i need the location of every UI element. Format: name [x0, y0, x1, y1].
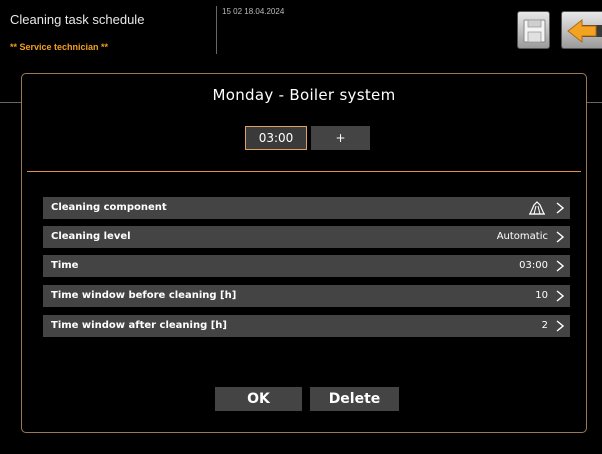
row-label: Time — [51, 260, 79, 271]
time-slot-selected[interactable]: 03:00 — [245, 126, 307, 150]
chevron-right-icon — [556, 202, 564, 214]
row-value: 10 — [535, 290, 548, 301]
chevron-right-icon — [556, 290, 564, 302]
cleaning-component-row[interactable]: Cleaning component — [43, 197, 570, 219]
ok-button[interactable]: OK — [215, 387, 302, 411]
header-bar: Cleaning task schedule ** Service techni… — [0, 0, 602, 62]
time-window-before-row[interactable]: Time window before cleaning [h] 10 — [43, 285, 570, 307]
save-button[interactable] — [517, 11, 550, 49]
right-rule — [587, 102, 602, 103]
dialog-title: Monday - Boiler system — [212, 86, 396, 104]
page-title: Cleaning task schedule — [10, 12, 145, 27]
row-label: Cleaning level — [51, 231, 131, 242]
dialog-divider — [27, 171, 581, 172]
user-role-label: ** Service technician ** — [10, 42, 109, 52]
back-button[interactable] — [561, 11, 602, 49]
delete-button[interactable]: Delete — [310, 387, 399, 411]
chevron-right-icon — [556, 320, 564, 332]
add-time-slot-button[interactable]: + — [311, 126, 370, 150]
back-arrow-icon — [567, 18, 602, 44]
row-value: 03:00 — [519, 260, 548, 271]
row-label: Time window before cleaning [h] — [51, 290, 237, 301]
row-label: Time window after cleaning [h] — [51, 320, 227, 331]
time-row[interactable]: Time 03:00 — [43, 255, 570, 277]
header-divider — [216, 6, 217, 54]
cleaning-level-row[interactable]: Cleaning level Automatic — [43, 226, 570, 248]
time-window-after-row[interactable]: Time window after cleaning [h] 2 — [43, 315, 570, 337]
chevron-right-icon — [556, 260, 564, 272]
cleaning-component-icon — [529, 201, 545, 215]
left-rule — [0, 102, 21, 103]
date-time-readout: 15 02 18.04.2024 — [222, 7, 285, 16]
floppy-disk-icon — [523, 19, 546, 43]
row-value: 2 — [541, 320, 548, 331]
schedule-dialog: Monday - Boiler system 03:00 + Cleaning … — [21, 73, 587, 433]
chevron-right-icon — [556, 231, 564, 243]
row-label: Cleaning component — [51, 202, 167, 213]
row-value: Automatic — [496, 231, 548, 242]
